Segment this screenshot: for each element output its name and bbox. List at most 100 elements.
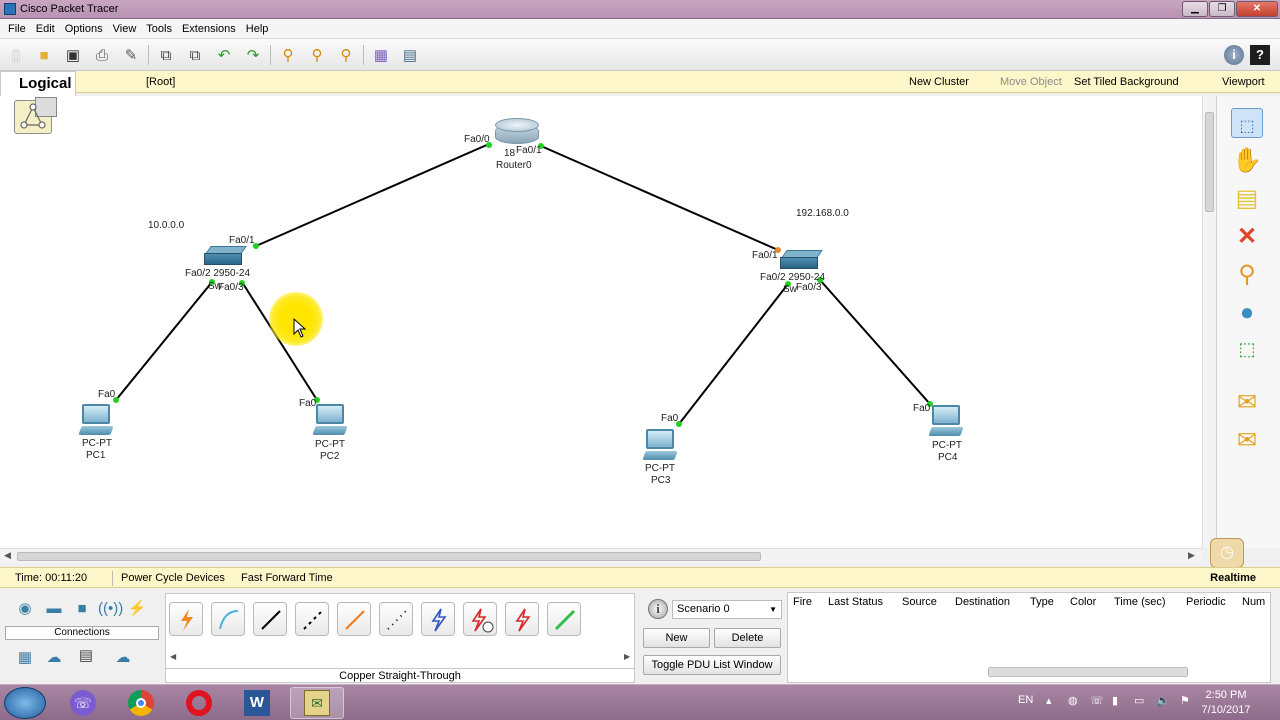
- add-complex-pdu-icon[interactable]: ✉: [1231, 426, 1263, 456]
- menu-options[interactable]: Options: [60, 23, 108, 35]
- navigation-thumbnail[interactable]: [14, 97, 57, 134]
- octal-cable-icon[interactable]: [547, 602, 581, 636]
- menu-file[interactable]: File: [3, 23, 31, 35]
- zoom-out-icon[interactable]: ⚲: [335, 44, 357, 66]
- logical-workspace-canvas[interactable]: 10.0.0.0 192.168.0.0 Fa0/0 18 Fa0/1 Rout…: [0, 96, 1202, 548]
- info-icon[interactable]: i: [1224, 45, 1244, 65]
- power-cycle-devices-button[interactable]: Power Cycle Devices: [121, 572, 225, 584]
- select-tool-icon[interactable]: ⬚: [1231, 108, 1263, 138]
- coaxial-cable-icon[interactable]: [421, 602, 455, 636]
- canvas-vertical-scrollbar[interactable]: [1202, 96, 1216, 548]
- notification-icon[interactable]: ⚑: [1180, 694, 1190, 707]
- open-folder-icon[interactable]: ■: [33, 44, 55, 66]
- end-devices-category-icon[interactable]: ▦: [14, 649, 36, 667]
- serial-dce-cable-icon[interactable]: [463, 602, 497, 636]
- show-hidden-icons[interactable]: ▴: [1046, 694, 1052, 707]
- scenario-info-icon[interactable]: i: [648, 599, 668, 619]
- maximize-button[interactable]: ❐: [1209, 1, 1235, 17]
- viber-tray-icon[interactable]: ☏: [1090, 694, 1104, 707]
- scenario-select[interactable]: Scenario 0 ▼: [672, 600, 782, 619]
- move-object-button[interactable]: Move Object: [1000, 76, 1062, 88]
- inspect-magnifier-icon[interactable]: ⚲: [1231, 260, 1263, 290]
- tray-app-icon[interactable]: ◍: [1068, 694, 1078, 707]
- chrome-taskbar-icon[interactable]: [114, 687, 168, 719]
- serial-dte-cable-icon[interactable]: [505, 602, 539, 636]
- windows-start-button[interactable]: [4, 687, 46, 719]
- canvas-horizontal-scrollbar[interactable]: ◀ ▶: [0, 548, 1202, 563]
- col-color[interactable]: Color: [1070, 596, 1096, 608]
- paste-icon[interactable]: ⧉: [184, 44, 206, 66]
- taskbar-clock[interactable]: 2:50 PM 7/10/2017: [1196, 688, 1256, 718]
- wan-emulation-category-icon[interactable]: ☁: [43, 649, 65, 667]
- menu-extensions[interactable]: Extensions: [177, 23, 241, 35]
- viber-taskbar-icon[interactable]: ☏: [56, 687, 110, 719]
- word-taskbar-icon[interactable]: W: [230, 687, 284, 719]
- set-tiled-background-button[interactable]: Set Tiled Background: [1074, 76, 1179, 88]
- switch0-icon[interactable]: [204, 246, 248, 266]
- zoom-reset-icon[interactable]: ⚲: [306, 44, 328, 66]
- menu-view[interactable]: View: [108, 23, 142, 35]
- console-cable-icon[interactable]: [211, 602, 245, 636]
- move-layout-hand-icon[interactable]: ✋: [1231, 146, 1263, 176]
- menu-help[interactable]: Help: [241, 23, 274, 35]
- realtime-mode-icon[interactable]: ◷: [1210, 538, 1244, 568]
- logical-tab[interactable]: Logical: [0, 71, 76, 96]
- col-time[interactable]: Time (sec): [1114, 596, 1166, 608]
- undo-icon[interactable]: ↶: [213, 44, 235, 66]
- palette-icon[interactable]: ▦: [370, 44, 392, 66]
- pdu-table-scrollbar[interactable]: [988, 667, 1188, 677]
- draw-shape-icon[interactable]: ●: [1231, 298, 1263, 328]
- pc2-icon[interactable]: [312, 404, 348, 438]
- menu-tools[interactable]: Tools: [141, 23, 177, 35]
- opera-taskbar-icon[interactable]: [172, 687, 226, 719]
- hubs-category-icon[interactable]: ■: [71, 600, 93, 618]
- connections-category-icon[interactable]: ⚡: [126, 600, 148, 618]
- pc4-icon[interactable]: [928, 405, 964, 439]
- volume-icon[interactable]: 🔈: [1156, 694, 1170, 707]
- new-cluster-button[interactable]: New Cluster: [909, 76, 969, 88]
- redo-icon[interactable]: ↷: [242, 44, 264, 66]
- fiber-cable-icon[interactable]: [337, 602, 371, 636]
- pc1-icon[interactable]: [78, 404, 114, 438]
- pc4-name[interactable]: PC4: [938, 452, 957, 463]
- note-right-network[interactable]: 192.168.0.0: [796, 208, 849, 219]
- pc3-name[interactable]: PC3: [651, 475, 670, 486]
- close-button[interactable]: ✕: [1236, 1, 1278, 17]
- new-file-icon[interactable]: ▯: [5, 44, 27, 66]
- router-icon[interactable]: [495, 118, 539, 148]
- add-simple-pdu-icon[interactable]: ✉: [1231, 388, 1263, 418]
- language-indicator[interactable]: EN: [1018, 694, 1033, 706]
- resize-shape-icon[interactable]: ⬚: [1231, 334, 1263, 364]
- zoom-in-icon[interactable]: ⚲: [277, 44, 299, 66]
- packet-tracer-taskbar-icon[interactable]: ✉: [290, 687, 344, 719]
- toggle-pdu-list-button[interactable]: Toggle PDU List Window: [643, 655, 781, 675]
- col-num[interactable]: Num: [1242, 596, 1265, 608]
- custom-devices-category-icon[interactable]: ▤: [72, 647, 100, 665]
- root-breadcrumb[interactable]: [Root]: [146, 76, 175, 88]
- col-periodic[interactable]: Periodic: [1186, 596, 1226, 608]
- col-fire[interactable]: Fire: [793, 596, 812, 608]
- router-name[interactable]: Router0: [496, 160, 532, 171]
- copper-straight-through-icon[interactable]: [253, 602, 287, 636]
- phone-cable-icon[interactable]: [379, 602, 413, 636]
- network-signal-icon[interactable]: ▮: [1112, 694, 1118, 707]
- automatic-connection-icon[interactable]: [169, 602, 203, 636]
- col-source[interactable]: Source: [902, 596, 937, 608]
- pc1-name[interactable]: PC1: [86, 450, 105, 461]
- power-icon[interactable]: ▭: [1134, 694, 1144, 707]
- pc3-icon[interactable]: [642, 429, 678, 463]
- place-note-icon[interactable]: ▤: [1231, 184, 1263, 214]
- custom-device-icon[interactable]: ▤: [399, 44, 421, 66]
- wireless-category-icon[interactable]: ((•)): [98, 600, 123, 618]
- menu-edit[interactable]: Edit: [31, 23, 60, 35]
- col-type[interactable]: Type: [1030, 596, 1054, 608]
- note-left-network[interactable]: 10.0.0.0: [148, 220, 184, 231]
- switches-category-icon[interactable]: ▬: [43, 600, 65, 618]
- switch1-icon[interactable]: [780, 250, 824, 270]
- pc2-name[interactable]: PC2: [320, 451, 339, 462]
- delete-tool-icon[interactable]: ✕: [1231, 222, 1263, 252]
- col-destination[interactable]: Destination: [955, 596, 1010, 608]
- col-last-status[interactable]: Last Status: [828, 596, 883, 608]
- fast-forward-time-button[interactable]: Fast Forward Time: [241, 572, 333, 584]
- delete-scenario-button[interactable]: Delete: [714, 628, 781, 648]
